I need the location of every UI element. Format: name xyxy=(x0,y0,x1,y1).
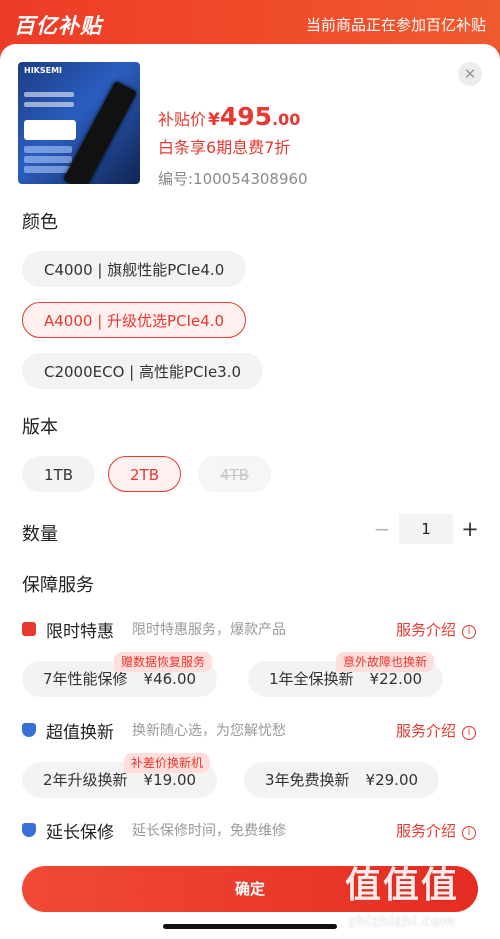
price-decimal: .00 xyxy=(272,110,301,129)
service-group-flash-sale: 限时特惠 限时特惠服务，爆款产品 服务介绍 i xyxy=(22,616,482,644)
warranty-shield-icon xyxy=(22,823,36,837)
close-button[interactable]: ✕ xyxy=(458,62,482,86)
flash-sale-icon xyxy=(22,622,36,636)
sku-selector-sheet: HIKSEMI 补贴价 ¥ 495 .00 白条享6期息费7折 编号:10005… xyxy=(0,44,500,939)
quantity-title: 数量 xyxy=(22,524,58,545)
color-option-c2000eco[interactable]: C2000ECO | 高性能PCIe3.0 xyxy=(22,353,264,389)
service-option-3yr-free-replacement[interactable]: 3年免费换新 ¥29.00 xyxy=(244,762,440,798)
service-option-price: ¥29.00 xyxy=(365,771,419,789)
service-group-value-replacement: 超值换新 换新随心选，为您解忧愁 服务介绍 i xyxy=(22,717,482,745)
color-title: 颜色 xyxy=(22,212,58,233)
service-group-desc: 限时特惠服务，爆款产品 xyxy=(132,622,286,638)
service-option-price: ¥46.00 xyxy=(143,670,197,688)
info-icon: i xyxy=(462,826,476,840)
price-block: 补贴价 ¥ 495 .00 白条享6期息费7折 编号:100054308960 xyxy=(158,102,308,189)
color-option-c4000[interactable]: C4000 | 旗舰性能PCIe4.0 xyxy=(22,251,247,287)
version-option-1tb[interactable]: 1TB xyxy=(22,456,95,492)
service-group-name: 超值换新 xyxy=(46,723,114,743)
price-label: 补贴价 xyxy=(158,110,207,129)
service-group-name: 延长保修 xyxy=(46,823,114,843)
product-image[interactable]: HIKSEMI xyxy=(18,62,140,184)
quantity-minus-button[interactable]: − xyxy=(372,517,392,541)
version-option-4tb: 4TB xyxy=(198,456,271,492)
service-option-badge: 补差价换新机 xyxy=(124,753,211,773)
currency-symbol: ¥ xyxy=(208,110,220,130)
service-group-name: 限时特惠 xyxy=(46,622,114,642)
service-option-price: ¥19.00 xyxy=(143,771,197,789)
service-option-badge: 意外故障也换新 xyxy=(336,652,435,672)
service-intro-link[interactable]: 服务介绍 i xyxy=(396,720,476,741)
quantity-input[interactable]: 1 xyxy=(399,514,453,544)
color-option-a4000[interactable]: A4000 | 升级优选PCIe4.0 xyxy=(22,302,247,338)
service-option-badge: 赠数据恢复服务 xyxy=(114,652,213,672)
shield-icon xyxy=(22,723,36,737)
service-group-extended-warranty: 延长保修 延长保修时间，免费维修 服务介绍 i xyxy=(22,817,482,845)
service-intro-link[interactable]: 服务介绍 i xyxy=(396,619,476,640)
version-option-2tb[interactable]: 2TB xyxy=(108,456,181,492)
product-image-brand: HIKSEMI xyxy=(24,66,63,75)
subsidy-logo: 百亿补贴 xyxy=(14,14,102,38)
top-banner: 百亿补贴 当前商品正在参加百亿补贴 xyxy=(0,0,500,50)
subsidy-notice: 当前商品正在参加百亿补贴 xyxy=(305,16,486,34)
service-intro-link[interactable]: 服务介绍 i xyxy=(396,820,476,841)
quantity-stepper: − 1 + xyxy=(372,514,480,544)
sku-number: 编号:100054308960 xyxy=(158,170,308,188)
watermark-logo: 值值值 xyxy=(345,865,460,906)
service-group-desc: 换新随心选，为您解忧愁 xyxy=(132,723,286,739)
service-group-desc: 延长保修时间，免费维修 xyxy=(132,823,286,839)
info-icon: i xyxy=(462,625,476,639)
warranty-title: 保障服务 xyxy=(22,575,94,596)
service-option-price: ¥22.00 xyxy=(369,670,423,688)
home-indicator xyxy=(163,924,337,929)
quantity-plus-button[interactable]: + xyxy=(460,517,480,541)
service-option-label: 7年性能保修 xyxy=(43,670,128,688)
price-integer: 495 xyxy=(219,102,273,131)
version-title: 版本 xyxy=(22,417,58,438)
watermark-domain: zhizhizhi.com xyxy=(348,914,456,930)
close-icon: ✕ xyxy=(463,65,477,83)
info-icon: i xyxy=(462,726,476,740)
service-option-label: 2年升级换新 xyxy=(43,771,128,789)
service-option-label: 3年免费换新 xyxy=(265,771,350,789)
baitiao-offer: 白条享6期息费7折 xyxy=(158,138,291,157)
service-option-label: 1年全保换新 xyxy=(269,670,354,688)
